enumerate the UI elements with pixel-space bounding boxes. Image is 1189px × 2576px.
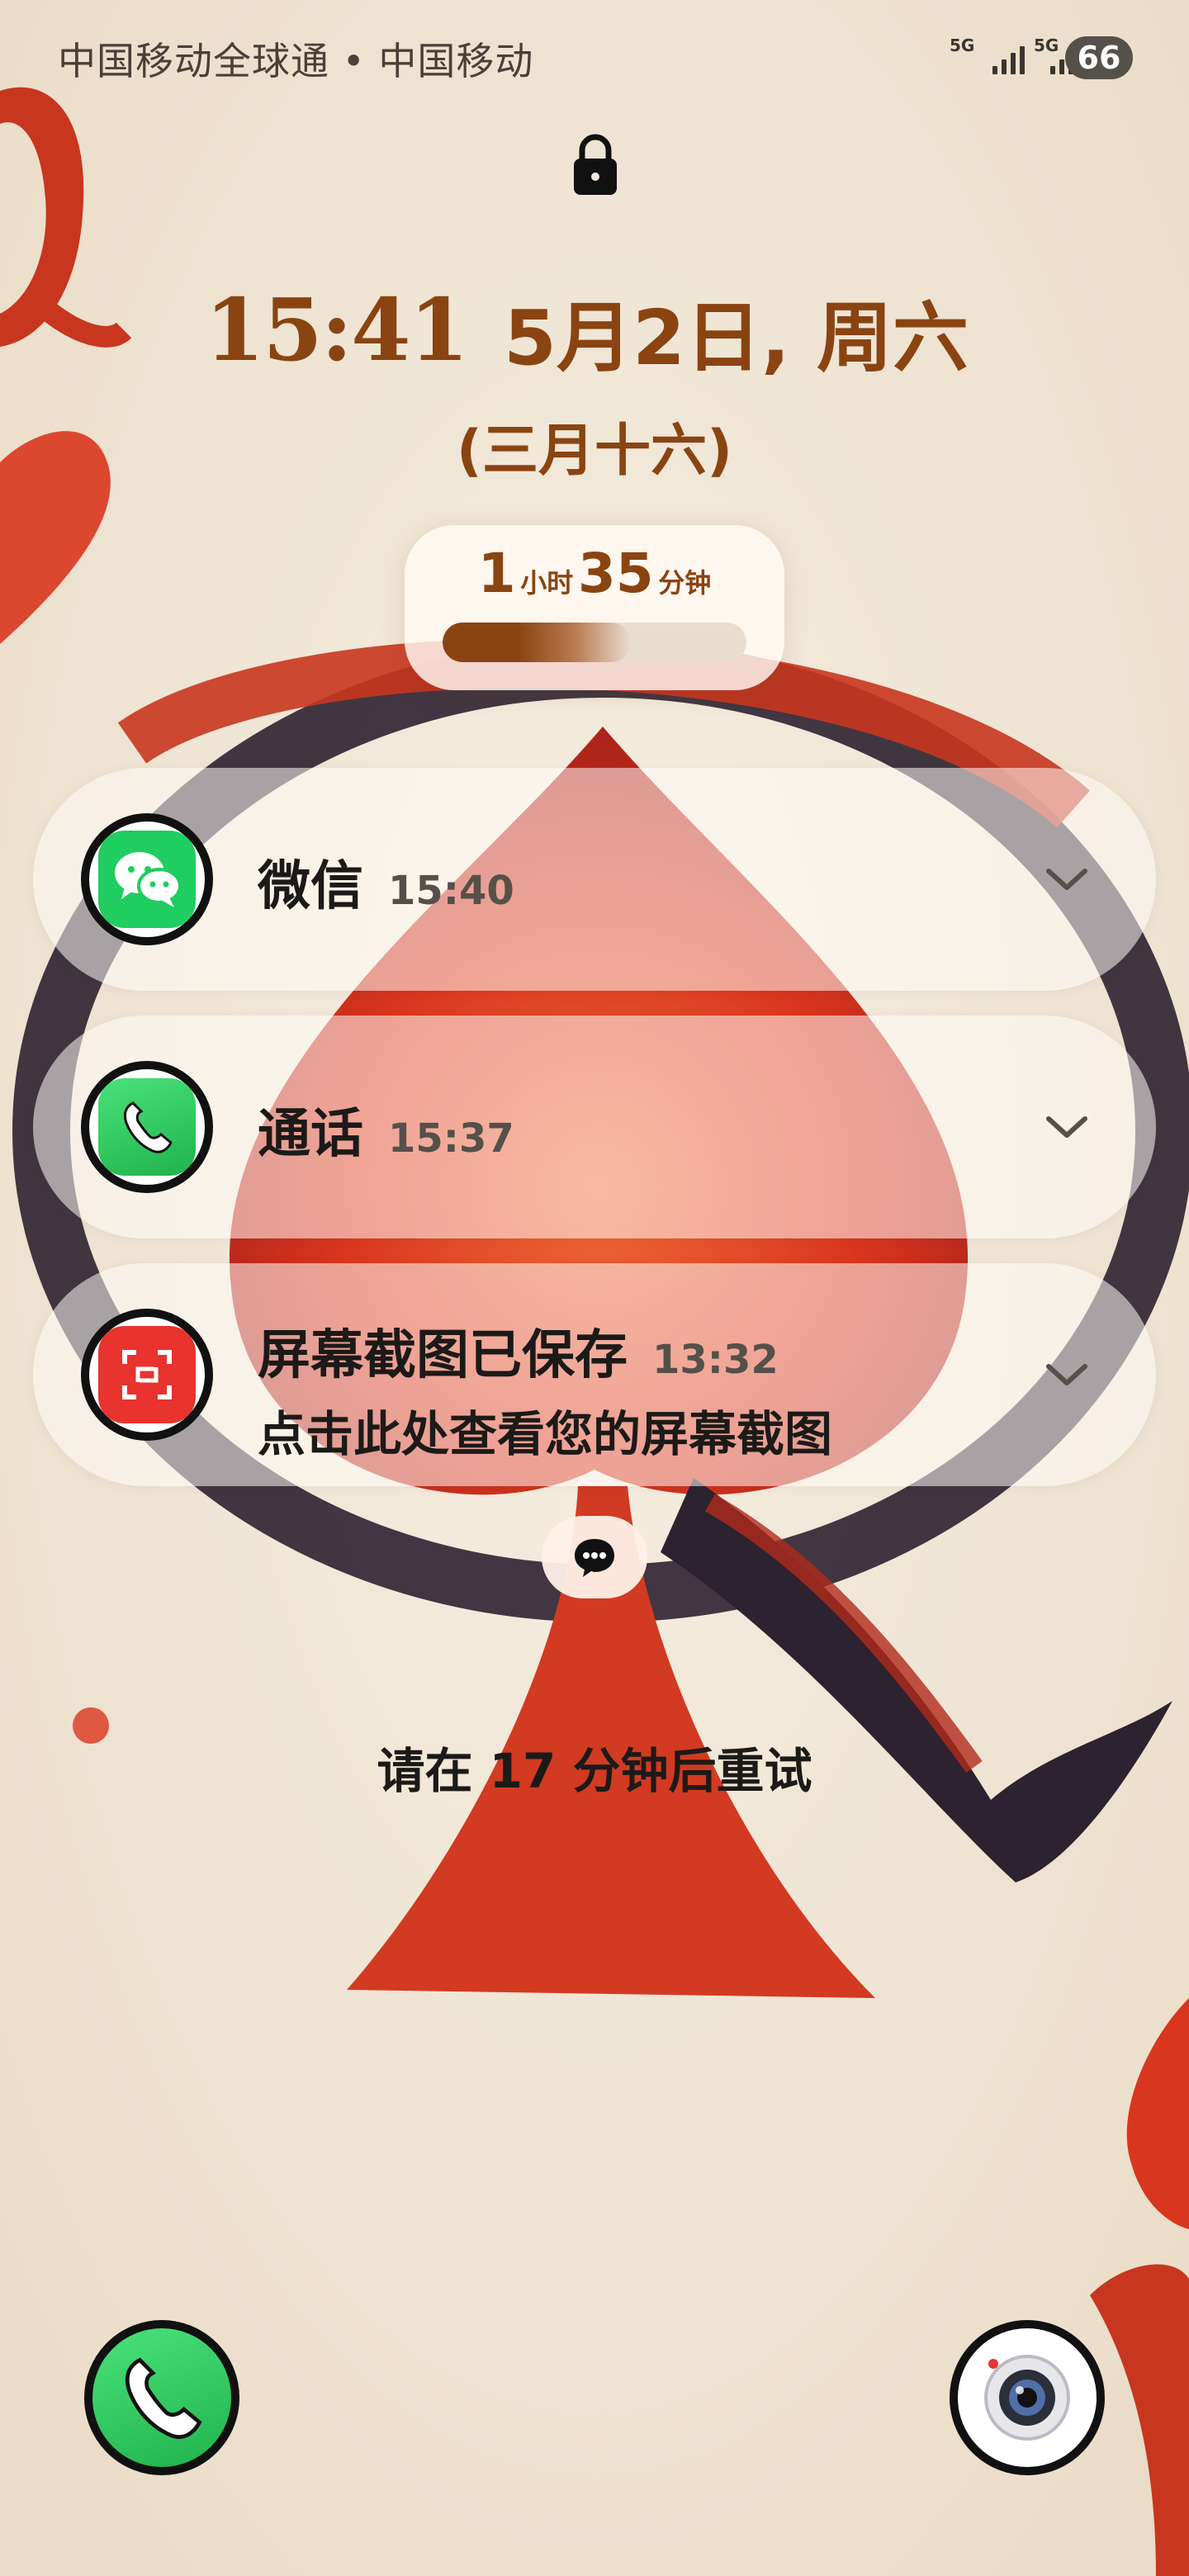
lunar-date: (三月十六) [456,419,733,484]
phone-icon [125,2357,202,2439]
notification-header: 通话 15:37 [258,1091,514,1167]
lock-screen: 中国移动全球通 • 中国移动 5G 5G 66 15:41 5月2日, 周六 (… [0,0,1189,2576]
battery-indicator: 66 [1065,36,1133,79]
app-icon-frame [81,1309,213,1441]
notification-app-name: 屏幕截图已保存 [258,1325,628,1386]
lockout-message: 请在 17 分钟后重试 [377,1743,812,1799]
notification-app-name: 通话 [258,1104,363,1165]
screen-time-progress-track [443,623,746,662]
notification-header: 微信 15:40 [258,844,514,920]
screen-time-minutes-unit: 分钟 [658,567,712,599]
message-bubble-icon [575,1539,614,1577]
notification-wechat[interactable]: 微信 15:40 [33,768,1156,991]
notification-call[interactable]: 通话 15:37 [33,1016,1156,1238]
screen-time-hours: 1 [477,542,516,605]
lock-clock: 15:41 [205,279,469,381]
screen-time-hours-unit: 小时 [520,567,574,599]
screen-time-minutes: 35 [577,542,654,605]
notification-time: 15:40 [388,868,514,914]
notification-time: 13:32 [652,1337,779,1383]
app-icon-frame [81,813,213,945]
chevron-down-icon[interactable] [1044,863,1090,896]
camera-icon [984,2355,1070,2441]
carrier-label: 中国移动全球通 • 中国移动 [58,39,534,83]
notification-time: 15:37 [388,1115,514,1162]
notification-app-name: 微信 [258,856,363,917]
wechat-icon [98,831,196,928]
notification-screenshot[interactable]: 屏幕截图已保存 13:32 点击此处查看您的屏幕截图 [33,1263,1156,1486]
more-notifications-button[interactable] [542,1516,647,1598]
phone-icon [98,1078,196,1176]
signal-strength-1-icon [992,45,1025,74]
screenshot-icon [98,1326,196,1423]
notification-header: 屏幕截图已保存 13:32 [258,1313,779,1389]
phone-shortcut-button[interactable] [84,2320,239,2475]
notification-body: 点击此处查看您的屏幕截图 [258,1406,833,1462]
status-bar: 中国移动全球通 • 中国移动 5G 5G 66 [0,0,1189,116]
screen-time-widget[interactable]: 1 小时 35 分钟 [405,525,784,690]
screen-time-label: 1 小时 35 分钟 [405,542,784,605]
app-icon-frame [81,1061,213,1193]
network-indicators: 5G 5G 66 [910,33,1133,83]
camera-shortcut-button[interactable] [950,2320,1105,2475]
lock-date: 5月2日, 周六 [504,294,969,382]
network-type-1: 5G [950,36,975,55]
chevron-down-icon[interactable] [1044,1358,1090,1391]
screen-time-progress-fill [443,623,632,662]
lock-icon[interactable] [572,132,618,198]
chevron-down-icon[interactable] [1044,1110,1090,1144]
